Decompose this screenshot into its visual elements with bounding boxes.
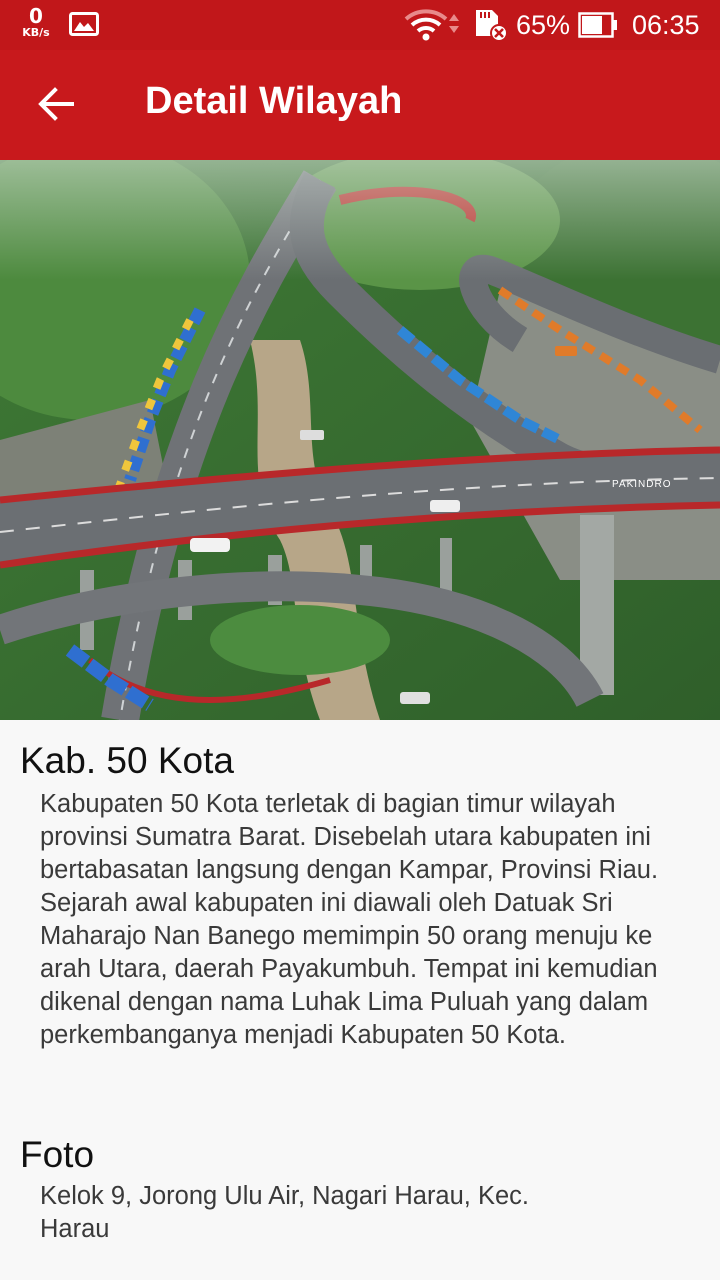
clock-time: 06:35 [632, 10, 700, 40]
network-speed-unit: KB/s [22, 26, 50, 39]
region-name: Kab. 50 Kota [20, 740, 234, 781]
battery-percent: 65% [516, 10, 571, 40]
page-title: Detail Wilayah [145, 80, 403, 122]
battery-icon [578, 12, 618, 38]
region-description: Kabupaten 50 Kota terletak di bagian tim… [40, 790, 659, 1049]
sd-card-icon [472, 8, 508, 42]
arrow-back-icon [38, 87, 74, 121]
photo-watermark: PAKINDRO [612, 479, 672, 490]
region-photo: PAKINDRO [0, 160, 720, 720]
photo-heading: Foto [20, 1134, 95, 1175]
wifi-icon [404, 8, 464, 42]
region-detail: Kab. 50 Kota Kabupaten 50 Kota terletak … [0, 720, 720, 1280]
app-bar: Detail Wilayah [0, 50, 720, 160]
status-bar: 0 KB/s 65% 06:35 [0, 0, 720, 50]
photo-caption: Kelok 9, Jorong Ulu Air, Nagari Harau, K… [40, 1182, 529, 1243]
gallery-icon [69, 12, 99, 36]
back-button[interactable] [28, 76, 84, 132]
network-speed: 0 KB/s [16, 6, 56, 38]
network-speed-value: 0 [29, 4, 43, 28]
